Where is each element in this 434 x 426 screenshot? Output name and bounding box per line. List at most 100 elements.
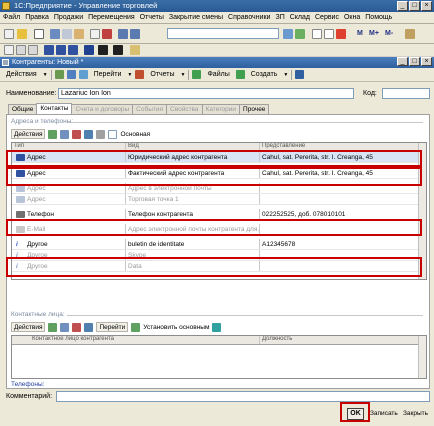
name-field[interactable]: Lazariuc Ion Ion: [58, 88, 354, 99]
highlight-id-document: [6, 257, 422, 277]
post-icon[interactable]: [78, 70, 88, 79]
maximize-icon[interactable]: □: [409, 1, 420, 11]
search-next-icon[interactable]: [295, 29, 305, 39]
copy-contact-icon[interactable]: [60, 322, 70, 332]
memory-plus-button[interactable]: M+: [369, 30, 379, 37]
paste-icon[interactable]: [74, 29, 84, 39]
tab-general[interactable]: Общие: [8, 104, 38, 114]
calendar-icon[interactable]: [324, 29, 334, 39]
address-icon: [16, 196, 25, 203]
redo-icon[interactable]: [130, 29, 140, 39]
column-position[interactable]: Должность: [260, 336, 420, 344]
app-title: 1С:Предприятие - Управление торговлей: [14, 1, 158, 10]
refresh-icon[interactable]: [212, 322, 222, 332]
calculator-icon[interactable]: [312, 29, 322, 39]
form-minimize-icon[interactable]: _: [397, 57, 408, 66]
form-tabs: Общие Контакты Счета и договоры События …: [8, 103, 270, 114]
code-label: Код:: [363, 90, 377, 97]
add-contact-icon[interactable]: [48, 322, 58, 332]
help-icon[interactable]: [295, 70, 305, 79]
table-row[interactable]: i Другое buletin de identitate A12345678: [12, 239, 426, 250]
tab-events[interactable]: События: [132, 104, 167, 114]
print-icon[interactable]: [34, 29, 44, 39]
minimize-icon[interactable]: _: [397, 1, 408, 11]
menu-item-edit[interactable]: Правка: [25, 14, 49, 21]
tree-icon[interactable]: [98, 45, 108, 55]
close-button[interactable]: Закрыть: [403, 408, 428, 420]
menu-item-transfers[interactable]: Перемещения: [88, 14, 135, 21]
menu-item-warehouse[interactable]: Склад: [290, 14, 310, 21]
find-icon[interactable]: [90, 29, 100, 39]
menu-item-sales[interactable]: Продажи: [54, 14, 83, 21]
goto-menu-button[interactable]: Перейти: [91, 69, 125, 80]
menu-item-catalogs[interactable]: Справочники: [228, 14, 270, 21]
highlight-phone: [6, 219, 422, 236]
menu-item-help[interactable]: Помощь: [365, 14, 392, 21]
cut-icon[interactable]: [50, 29, 60, 39]
delete-contact-icon[interactable]: [72, 322, 82, 332]
contacts-scrollbar[interactable]: [418, 336, 426, 378]
arrow-down-icon[interactable]: [84, 45, 94, 55]
refresh-icon[interactable]: [56, 45, 66, 55]
delete-icon[interactable]: [102, 29, 112, 39]
form-close-icon[interactable]: ×: [421, 57, 432, 66]
memory-button[interactable]: M: [357, 30, 363, 37]
secondary-toolbar: [0, 44, 434, 56]
tab-categories[interactable]: Категории: [201, 104, 241, 114]
files-button[interactable]: Файлы: [204, 69, 232, 80]
search-combo[interactable]: [167, 28, 279, 39]
history-icon[interactable]: [44, 45, 54, 55]
document-icon[interactable]: [4, 45, 14, 55]
search-icon[interactable]: [283, 29, 293, 39]
tab-contacts[interactable]: Контакты: [36, 103, 73, 114]
windows-icon[interactable]: [113, 45, 123, 55]
menu-item-close-shift[interactable]: Закрытие смены: [169, 14, 223, 21]
highlight-legal-address: [6, 150, 422, 167]
form-maximize-icon[interactable]: □: [409, 57, 420, 66]
contacts-goto-button[interactable]: Перейти: [96, 322, 129, 332]
reports-menu-button[interactable]: Отчеты: [147, 69, 177, 80]
new-document-icon[interactable]: [4, 29, 14, 39]
move-row-icon[interactable]: [84, 129, 94, 139]
tab-other[interactable]: Прочее: [239, 104, 270, 114]
menu-item-salary[interactable]: ЗП: [275, 14, 284, 21]
copy-icon[interactable]: [62, 29, 72, 39]
comment-label: Комментарий:: [6, 393, 53, 400]
wand-icon[interactable]: [405, 29, 415, 39]
set-main-icon[interactable]: [108, 129, 118, 139]
save-icon[interactable]: [66, 70, 76, 79]
tab-accounts[interactable]: Счета и договоры: [71, 104, 134, 114]
column-contact-person[interactable]: Контактное лицо контрагента: [12, 336, 260, 344]
delete-row-icon[interactable]: [72, 129, 82, 139]
main-address-button[interactable]: Основная: [120, 131, 150, 138]
sort-icon[interactable]: [96, 129, 106, 139]
undo-icon[interactable]: [118, 29, 128, 39]
actions-menu-button[interactable]: Действия: [3, 69, 40, 80]
contacts-actions-button[interactable]: Действия: [11, 322, 46, 332]
list-icon[interactable]: [16, 45, 26, 55]
edit-contact-icon[interactable]: [84, 322, 94, 332]
settings-icon[interactable]: [130, 45, 140, 55]
copy-row-icon[interactable]: [60, 129, 70, 139]
close-icon[interactable]: ×: [421, 1, 432, 11]
addresses-actions-button[interactable]: Действия: [11, 129, 46, 139]
phones-label: Телефоны:: [11, 381, 45, 388]
tab-properties[interactable]: Свойства: [166, 104, 203, 114]
menu-item-service[interactable]: Сервис: [315, 14, 339, 21]
comment-field[interactable]: [56, 391, 430, 402]
add-row-icon[interactable]: [48, 129, 58, 139]
open-folder-icon[interactable]: [17, 29, 27, 39]
code-field[interactable]: [382, 88, 430, 99]
add-icon[interactable]: [54, 70, 64, 79]
help-icon[interactable]: [336, 29, 346, 39]
journal-icon[interactable]: [28, 45, 38, 55]
create-menu-button[interactable]: Создать: [248, 69, 281, 80]
menu-item-file[interactable]: Файл: [3, 14, 20, 21]
menu-item-windows[interactable]: Окна: [344, 14, 360, 21]
set-main-contact-button[interactable]: Установить основным: [143, 324, 209, 331]
structure-icon[interactable]: [68, 45, 78, 55]
table-row[interactable]: Адрес Торговая точка 1: [12, 194, 426, 205]
save-button[interactable]: Записать: [370, 408, 398, 420]
menu-item-reports[interactable]: Отчеты: [140, 14, 164, 21]
memory-minus-button[interactable]: M-: [385, 30, 393, 37]
